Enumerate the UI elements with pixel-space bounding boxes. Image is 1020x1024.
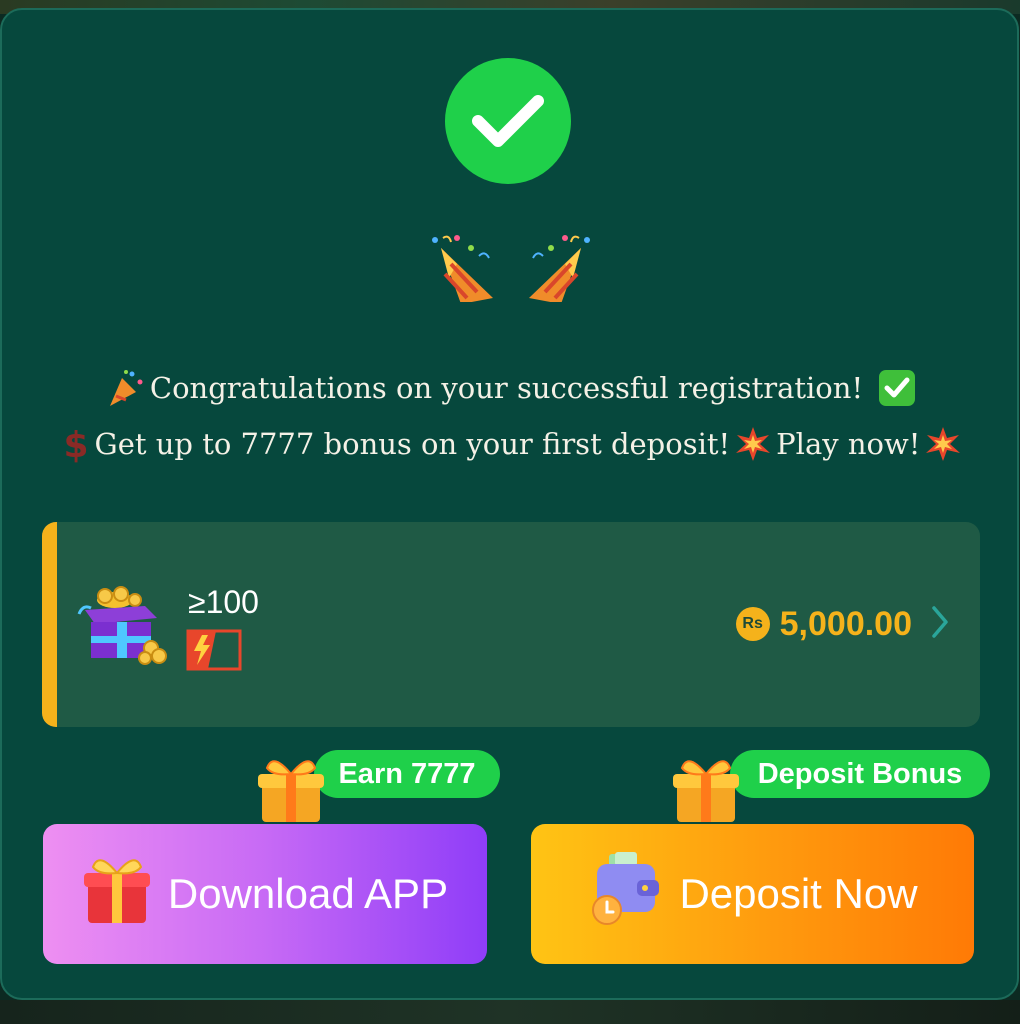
- gift-icon: [256, 754, 326, 830]
- message-text-2b: Play now!: [776, 427, 921, 461]
- party-popper-icon: [519, 234, 595, 306]
- gift-icon: [82, 853, 152, 935]
- rupee-icon: Rs: [735, 607, 770, 641]
- deposit-bonus-card[interactable]: ≥100 Rs 5,000.00: [42, 522, 980, 727]
- collision-emoji-icon: [924, 425, 962, 463]
- deposit-bonus-badge: Deposit Bonus: [730, 750, 990, 798]
- card-accent-bar: [42, 522, 57, 727]
- message-line-1: Congratulations on your successful regis…: [2, 360, 1020, 416]
- party-popper-icon: [427, 234, 503, 306]
- collision-emoji-icon: [734, 425, 772, 463]
- bonus-threshold: ≥100: [188, 584, 259, 620]
- earn-badge: Earn 7777: [314, 750, 500, 798]
- deposit-now-button[interactable]: Deposit Now: [531, 824, 974, 964]
- download-app-label: Download APP: [167, 870, 449, 917]
- white-check-emoji-icon: [877, 368, 917, 408]
- download-app-button[interactable]: Download APP: [43, 824, 487, 964]
- message-text-1: Congratulations on your successful regis…: [149, 371, 864, 405]
- treasure-box-icon: [75, 584, 171, 672]
- party-popper-icon: [106, 368, 146, 408]
- registration-success-modal: Congratulations on your successful regis…: [0, 8, 1019, 1000]
- money-sign-emoji-icon: $: [61, 424, 91, 464]
- bonus-amount-group: Rs 5,000.00: [735, 604, 950, 644]
- message-line-2: $ Get up to 7777 bonus on your first dep…: [2, 416, 1020, 472]
- success-check-icon: [445, 58, 571, 184]
- background-strip-bottom: [0, 1000, 1020, 1024]
- deposit-now-label: Deposit Now: [679, 870, 918, 917]
- svg-text:$: $: [63, 425, 88, 464]
- message-text-2a: Get up to 7777 bonus on your first depos…: [94, 427, 731, 461]
- wallet-icon: [587, 850, 663, 938]
- gift-icon: [671, 754, 741, 830]
- bonus-amount: 5,000.00: [779, 604, 912, 643]
- success-message: Congratulations on your successful regis…: [2, 360, 1020, 472]
- lightning-battery-icon: [186, 629, 242, 675]
- chevron-right-icon[interactable]: [930, 604, 950, 644]
